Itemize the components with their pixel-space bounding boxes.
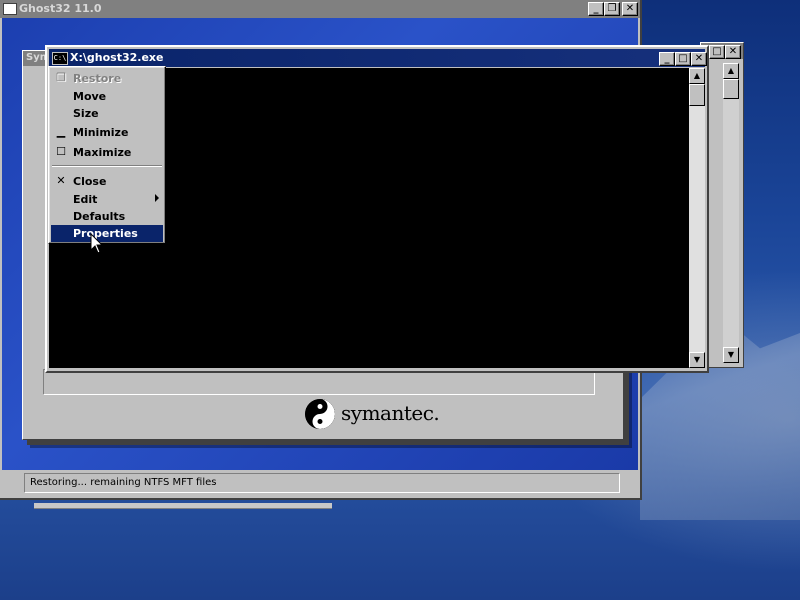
status-text: Restoring... remaining NTFS MFT files bbox=[30, 477, 217, 488]
menu-item-label: Maximize bbox=[73, 146, 132, 159]
close-icon: ✕ bbox=[56, 174, 66, 187]
maximize-icon: □ bbox=[712, 46, 722, 57]
back-close-button[interactable]: ✕ bbox=[725, 45, 741, 59]
back-vertical-scrollbar[interactable]: ▲ ▼ bbox=[723, 63, 739, 363]
arrow-up-icon: ▲ bbox=[727, 66, 735, 75]
menu-item-label: Defaults bbox=[73, 210, 126, 223]
restore-icon: ❐ bbox=[56, 71, 66, 84]
ghost32-title: Ghost32 11.0 bbox=[19, 2, 102, 15]
menu-item-label: Minimize bbox=[73, 126, 129, 139]
menu-item-label: Size bbox=[73, 107, 99, 120]
console-minimize-button[interactable]: _ bbox=[659, 52, 675, 66]
menu-item-edit[interactable]: Edit bbox=[51, 191, 163, 208]
minimize-icon: ▁ bbox=[56, 125, 66, 138]
menu-item-label: Move bbox=[73, 90, 107, 103]
menu-item-label: Edit bbox=[73, 193, 98, 206]
submenu-arrow-icon bbox=[155, 194, 159, 202]
background-progress-bar bbox=[34, 503, 332, 509]
arrow-down-icon: ▼ bbox=[693, 355, 701, 364]
minimize-icon: _ bbox=[664, 53, 670, 64]
menu-item-label: Close bbox=[73, 175, 107, 188]
arrow-down-icon: ▼ bbox=[727, 350, 735, 359]
status-field: Restoring... remaining NTFS MFT files bbox=[24, 473, 620, 493]
console-close-button[interactable]: ✕ bbox=[691, 52, 707, 66]
menu-item-defaults[interactable]: Defaults bbox=[51, 208, 163, 225]
menu-item-properties[interactable]: Properties bbox=[51, 225, 163, 242]
arrow-up-icon: ▲ bbox=[693, 71, 701, 80]
mouse-pointer-icon bbox=[90, 233, 104, 254]
close-icon: ✕ bbox=[694, 53, 704, 64]
status-bar: Restoring... remaining NTFS MFT files bbox=[2, 470, 638, 498]
scroll-thumb[interactable] bbox=[723, 79, 739, 99]
menu-item-label: Restore bbox=[73, 72, 122, 85]
close-icon: ✕ bbox=[728, 46, 738, 57]
close-icon: ✕ bbox=[625, 3, 635, 14]
menu-item-move[interactable]: Move bbox=[51, 88, 163, 105]
menu-separator bbox=[52, 165, 162, 167]
window-icon bbox=[3, 3, 17, 15]
back-maximize-button[interactable]: □ bbox=[709, 45, 725, 59]
scroll-up-button[interactable]: ▲ bbox=[723, 63, 739, 79]
scroll-thumb[interactable] bbox=[689, 84, 705, 106]
restore-button[interactable]: ❐ bbox=[604, 2, 620, 16]
console-icon-label: C:\ bbox=[53, 54, 67, 62]
menu-item-restore[interactable]: ❐ Restore bbox=[51, 70, 163, 87]
maximize-icon: □ bbox=[678, 53, 688, 64]
console-vertical-scrollbar[interactable]: ▲ ▼ bbox=[689, 68, 705, 368]
scroll-up-button[interactable]: ▲ bbox=[689, 68, 705, 84]
menu-item-label: Properties bbox=[73, 227, 138, 240]
system-menu: ❐ Restore Move Size ▁ Minimize ☐ Maximiz… bbox=[48, 66, 166, 244]
maximize-icon: ☐ bbox=[56, 145, 66, 158]
symantec-logo-text: symantec. bbox=[341, 401, 440, 425]
restore-icon: ❐ bbox=[607, 3, 617, 14]
console-maximize-button[interactable]: □ bbox=[675, 52, 691, 66]
console-system-menu-icon[interactable]: C:\ bbox=[52, 52, 68, 65]
console-title: X:\ghost32.exe bbox=[70, 51, 164, 64]
minimize-button[interactable]: _ bbox=[588, 2, 604, 16]
menu-item-close[interactable]: ✕ Close bbox=[51, 173, 163, 190]
console-titlebar[interactable]: C:\ X:\ghost32.exe _ □ ✕ bbox=[49, 49, 707, 67]
menu-item-minimize[interactable]: ▁ Minimize bbox=[51, 124, 163, 141]
ghost32-titlebar[interactable]: Ghost32 11.0 _ ❐ ✕ bbox=[0, 0, 640, 18]
scroll-down-button[interactable]: ▼ bbox=[723, 347, 739, 363]
symantec-logo-mark-icon bbox=[305, 399, 335, 429]
close-button[interactable]: ✕ bbox=[622, 2, 638, 16]
menu-item-maximize[interactable]: ☐ Maximize bbox=[51, 144, 163, 161]
minimize-icon: _ bbox=[593, 3, 599, 14]
scroll-down-button[interactable]: ▼ bbox=[689, 352, 705, 368]
menu-item-size[interactable]: Size bbox=[51, 105, 163, 122]
